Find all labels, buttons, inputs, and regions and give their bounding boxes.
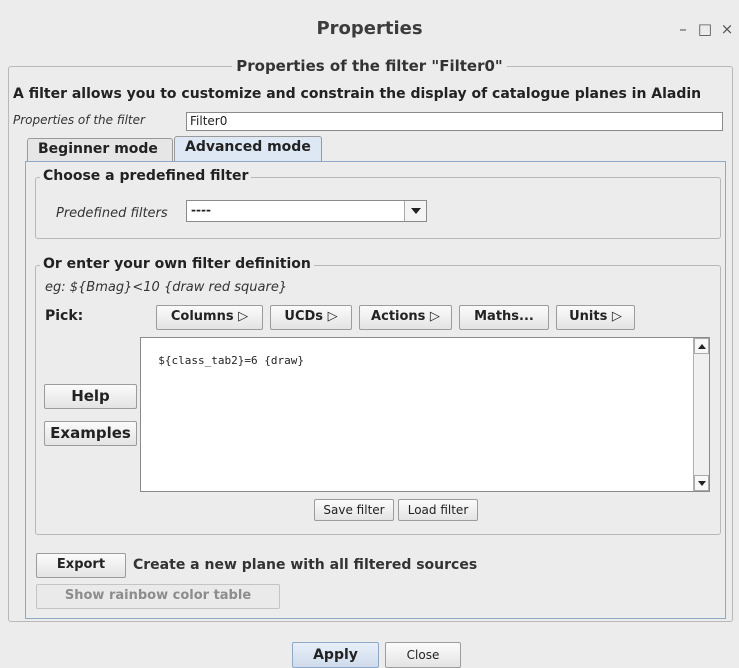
apply-button[interactable]: Apply	[292, 642, 379, 668]
close-icon[interactable]: ×	[716, 18, 738, 40]
export-description: Create a new plane with all filtered sou…	[133, 557, 478, 573]
tab-beginner-mode[interactable]: Beginner mode	[27, 138, 173, 162]
load-filter-button[interactable]: Load filter	[398, 499, 478, 521]
window-title: Properties	[316, 18, 423, 39]
maths-button[interactable]: Maths...	[459, 305, 549, 330]
predefined-group-title: Choose a predefined filter	[40, 168, 252, 184]
close-button[interactable]: Close	[385, 642, 461, 668]
units-button[interactable]: Units ▷	[556, 305, 635, 330]
filter-definition-text: ${class_tab2}=6 {draw}	[158, 354, 304, 367]
vertical-scrollbar[interactable]	[693, 338, 709, 491]
filter-example-text: eg: ${Bmag}<10 {draw red square}	[45, 280, 288, 295]
pick-label: Pick:	[45, 308, 84, 324]
maximize-icon[interactable]: □	[694, 18, 716, 40]
predefined-filters-select[interactable]: ----	[186, 200, 427, 222]
filter-name-label: Properties of the filter	[13, 113, 145, 127]
filter-definition-textarea[interactable]: ${class_tab2}=6 {draw}	[140, 337, 710, 492]
scroll-down-icon[interactable]	[694, 475, 709, 491]
actions-button[interactable]: Actions ▷	[359, 305, 452, 330]
help-button[interactable]: Help	[44, 384, 137, 409]
save-filter-button[interactable]: Save filter	[314, 499, 394, 521]
custom-group-title: Or enter your own filter definition	[40, 256, 314, 272]
predefined-filters-value: ----	[191, 203, 211, 217]
filter-description: A filter allows you to customize and con…	[13, 86, 702, 102]
minimize-icon[interactable]: –	[672, 18, 694, 40]
predefined-filters-label: Predefined filters	[56, 206, 168, 221]
filter-name-input[interactable]: Filter0	[186, 112, 723, 131]
columns-button[interactable]: Columns ▷	[156, 305, 263, 330]
export-button[interactable]: Export	[36, 553, 126, 578]
filter-group-title: Properties of the filter "Filter0"	[0, 57, 739, 75]
scroll-up-icon[interactable]	[694, 338, 709, 354]
show-rainbow-button[interactable]: Show rainbow color table	[36, 584, 280, 609]
examples-button[interactable]: Examples	[44, 421, 137, 446]
chevron-down-icon[interactable]	[404, 201, 426, 221]
ucds-button[interactable]: UCDs ▷	[270, 305, 352, 330]
tab-advanced-mode[interactable]: Advanced mode	[174, 136, 322, 162]
